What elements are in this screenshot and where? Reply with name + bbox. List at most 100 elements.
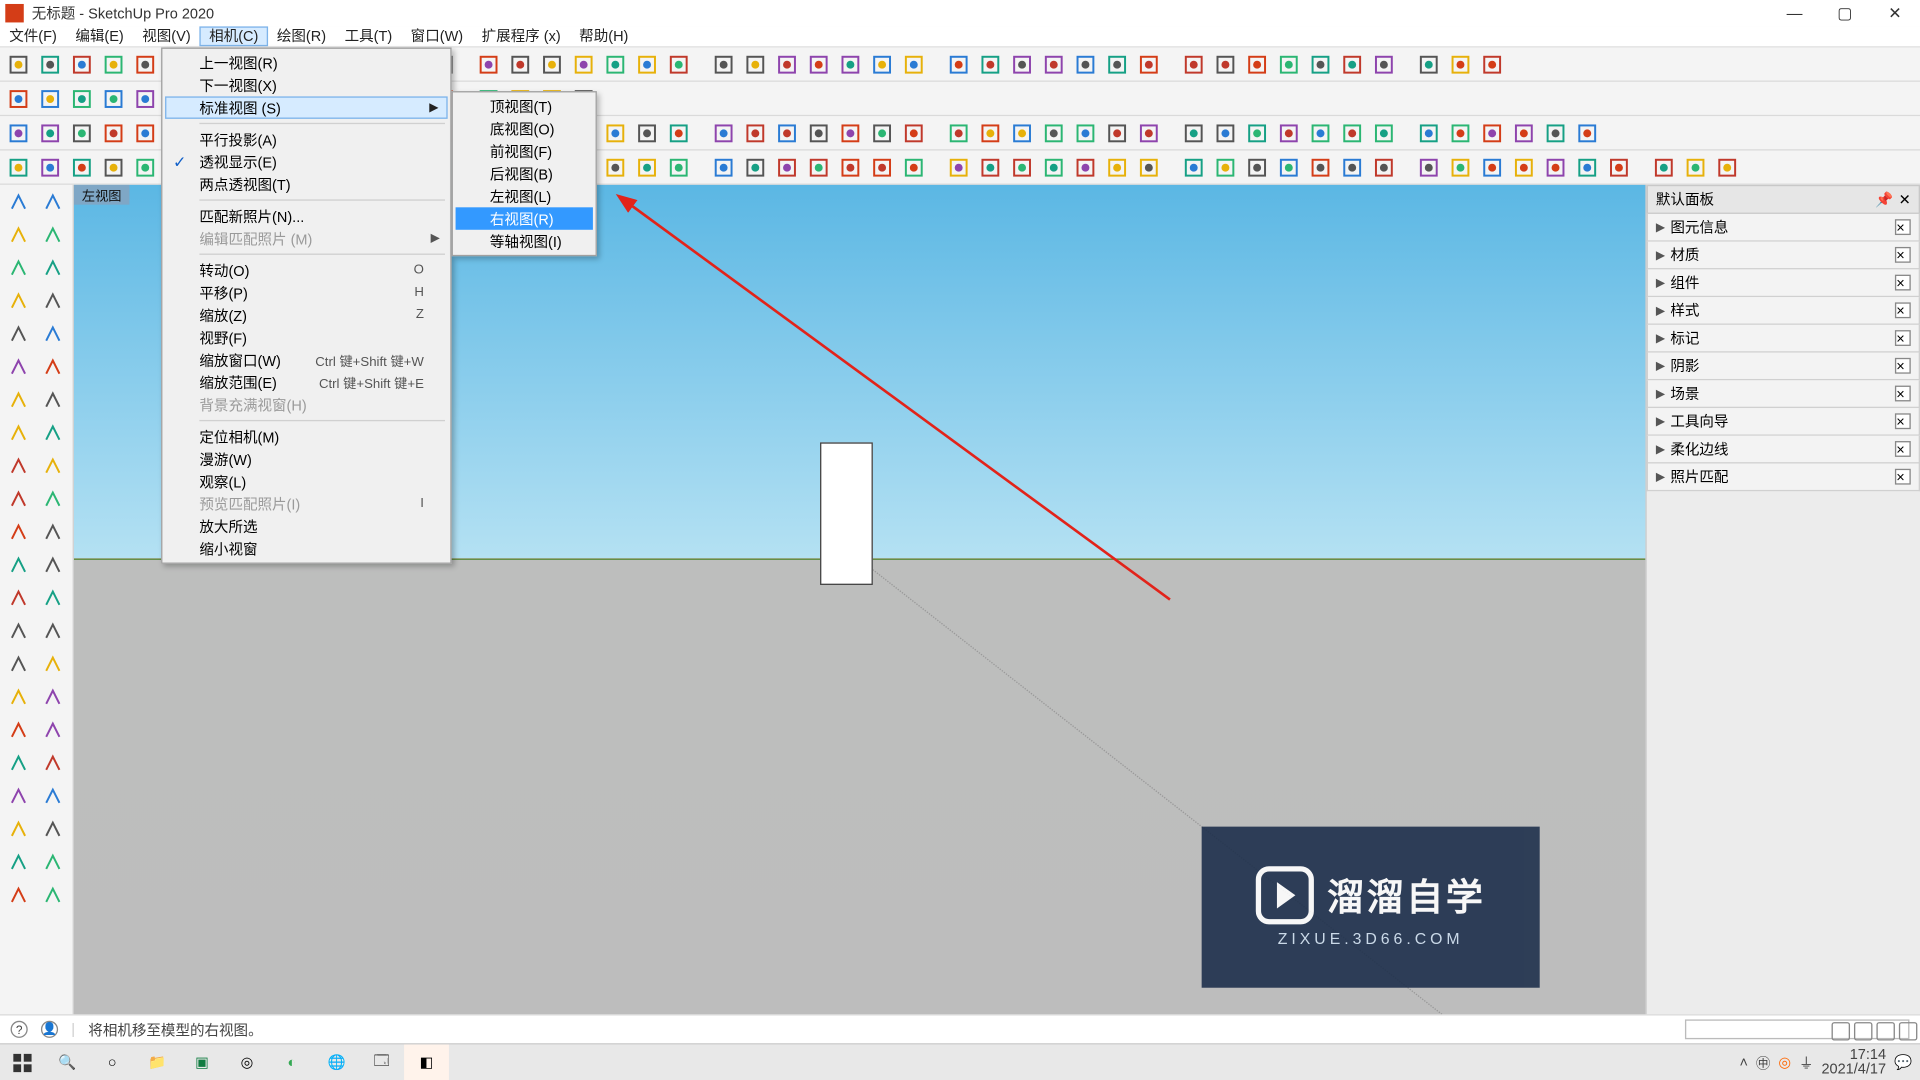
toolbar-button[interactable] [69, 51, 95, 77]
tool-button[interactable] [36, 417, 69, 449]
tray-panel-close-icon[interactable]: × [1895, 469, 1911, 485]
tool-button[interactable] [1, 351, 34, 383]
toolbar-button[interactable] [837, 120, 863, 146]
toolbar-button[interactable] [1244, 51, 1270, 77]
tool-button[interactable] [1, 483, 34, 515]
taskbar-cortana-icon[interactable]: ○ [90, 1044, 135, 1080]
taskbar-chrome-icon[interactable]: 🌐 [314, 1044, 359, 1080]
tray-panel-材质[interactable]: ▶材质× [1647, 242, 1920, 270]
toolbar-button[interactable] [1041, 154, 1067, 180]
start-button[interactable] [0, 1044, 45, 1080]
tool-button[interactable] [36, 549, 69, 581]
tool-button[interactable] [36, 318, 69, 350]
taskbar-app-icon[interactable]: ▣ [180, 1044, 225, 1080]
toolbar-button[interactable] [1542, 120, 1568, 146]
toolbar-button[interactable] [1136, 154, 1162, 180]
toolbar-button[interactable] [1276, 51, 1302, 77]
menu-item[interactable]: 视野(F) [165, 326, 448, 348]
toolbar-button[interactable] [977, 120, 1003, 146]
submenu-item[interactable]: 顶视图(T) [456, 95, 593, 117]
tool-button[interactable] [1, 780, 34, 812]
menu-item[interactable]: 放大所选 [165, 515, 448, 537]
toolbar-button[interactable] [1682, 154, 1708, 180]
toolbar-button[interactable] [1181, 120, 1207, 146]
toolbar-button[interactable] [666, 120, 692, 146]
tray-panel-照片匹配[interactable]: ▶照片匹配× [1647, 463, 1920, 491]
toolbar-button[interactable] [1181, 51, 1207, 77]
toolbar-button[interactable] [132, 120, 158, 146]
tray-panel-组件[interactable]: ▶组件× [1647, 269, 1920, 297]
toolbar-button[interactable] [132, 85, 158, 111]
toolbar-button[interactable] [1104, 120, 1130, 146]
toolbar-button[interactable] [1416, 51, 1442, 77]
toolbar-button[interactable] [1447, 51, 1473, 77]
pen-icon[interactable] [1876, 1022, 1894, 1040]
toolbar-button[interactable] [1072, 51, 1098, 77]
toolbar-button[interactable] [1009, 154, 1035, 180]
toolbar-button[interactable] [869, 120, 895, 146]
menu-item[interactable]: 标准视图 (S)▶ [165, 96, 448, 118]
toolbar-button[interactable] [806, 120, 832, 146]
toolbar-button[interactable] [1606, 154, 1632, 180]
menu-item[interactable]: 转动(O)O [165, 259, 448, 281]
toolbar-button[interactable] [1479, 51, 1505, 77]
toolbar-button[interactable] [1276, 154, 1302, 180]
toolbar-button[interactable] [5, 120, 31, 146]
toolbar-button[interactable] [132, 51, 158, 77]
menu-item[interactable]: 缩小视窗 [165, 537, 448, 559]
toolbar-button[interactable] [69, 85, 95, 111]
toolbar-button[interactable] [742, 51, 768, 77]
tool-button[interactable] [1, 813, 34, 845]
toolbar-button[interactable] [539, 51, 565, 77]
toolbar-button[interactable] [132, 154, 158, 180]
toolbar-button[interactable] [602, 154, 628, 180]
toolbar-button[interactable] [1244, 120, 1270, 146]
tool-button[interactable] [1, 615, 34, 647]
camera-menu[interactable]: 上一视图(R)下一视图(X)标准视图 (S)▶平行投影(A)✓透视显示(E)两点… [161, 48, 452, 564]
toolbar-button[interactable] [901, 51, 927, 77]
toolbar-button[interactable] [1542, 154, 1568, 180]
tray-title-bar[interactable]: 默认面板 📌 ✕ [1647, 185, 1920, 214]
menu-item[interactable]: ✓透视显示(E) [165, 151, 448, 173]
tool-button[interactable] [1, 846, 34, 878]
tray-panel-close-icon[interactable]: × [1895, 219, 1911, 235]
toolbar-button[interactable] [1307, 154, 1333, 180]
toolbar-button[interactable] [1416, 154, 1442, 180]
toolbar-button[interactable] [475, 51, 501, 77]
toolbar-button[interactable] [666, 154, 692, 180]
maximize-button[interactable]: ▢ [1820, 0, 1870, 26]
toolbar-button[interactable] [1371, 154, 1397, 180]
toolbar-button[interactable] [5, 51, 31, 77]
toolbar-button[interactable] [945, 51, 971, 77]
toolbar-button[interactable] [5, 85, 31, 111]
tray-360-icon[interactable]: ◎ [1778, 1054, 1791, 1071]
toolbar-button[interactable] [602, 51, 628, 77]
tray-panel-close-icon[interactable]: × [1895, 413, 1911, 429]
toolbar-button[interactable] [1136, 51, 1162, 77]
toolbar-button[interactable] [100, 154, 126, 180]
tray-panel-场景[interactable]: ▶场景× [1647, 380, 1920, 408]
submenu-item[interactable]: 左视图(L) [456, 185, 593, 207]
toolbar-button[interactable] [1041, 120, 1067, 146]
toolbar-button[interactable] [634, 51, 660, 77]
toolbar-button[interactable] [901, 120, 927, 146]
toolbar-button[interactable] [602, 120, 628, 146]
toolbar-button[interactable] [1339, 154, 1365, 180]
taskbar-window-icon[interactable]: 🗔 [359, 1044, 404, 1080]
tray-panel-图元信息[interactable]: ▶图元信息× [1647, 214, 1920, 242]
status-user-icon[interactable]: 👤 [41, 1021, 58, 1038]
menu-文件[interactable]: 文件(F) [0, 26, 66, 46]
tool-button[interactable] [1, 549, 34, 581]
action-center-icon[interactable]: 💬 [1894, 1054, 1912, 1071]
tray-panel-柔化边线[interactable]: ▶柔化边线× [1647, 436, 1920, 464]
toolbar-button[interactable] [806, 154, 832, 180]
taskbar-explorer-icon[interactable]: 📁 [135, 1044, 180, 1080]
toolbar-button[interactable] [69, 120, 95, 146]
toolbar-button[interactable] [774, 154, 800, 180]
toolbar-button[interactable] [1511, 154, 1537, 180]
tool-button[interactable] [1, 186, 34, 218]
tool-button[interactable] [1, 582, 34, 614]
menu-扩展程序[interactable]: 扩展程序 (x) [472, 26, 570, 46]
toolbar-button[interactable] [37, 51, 63, 77]
tool-button[interactable] [1, 714, 34, 746]
